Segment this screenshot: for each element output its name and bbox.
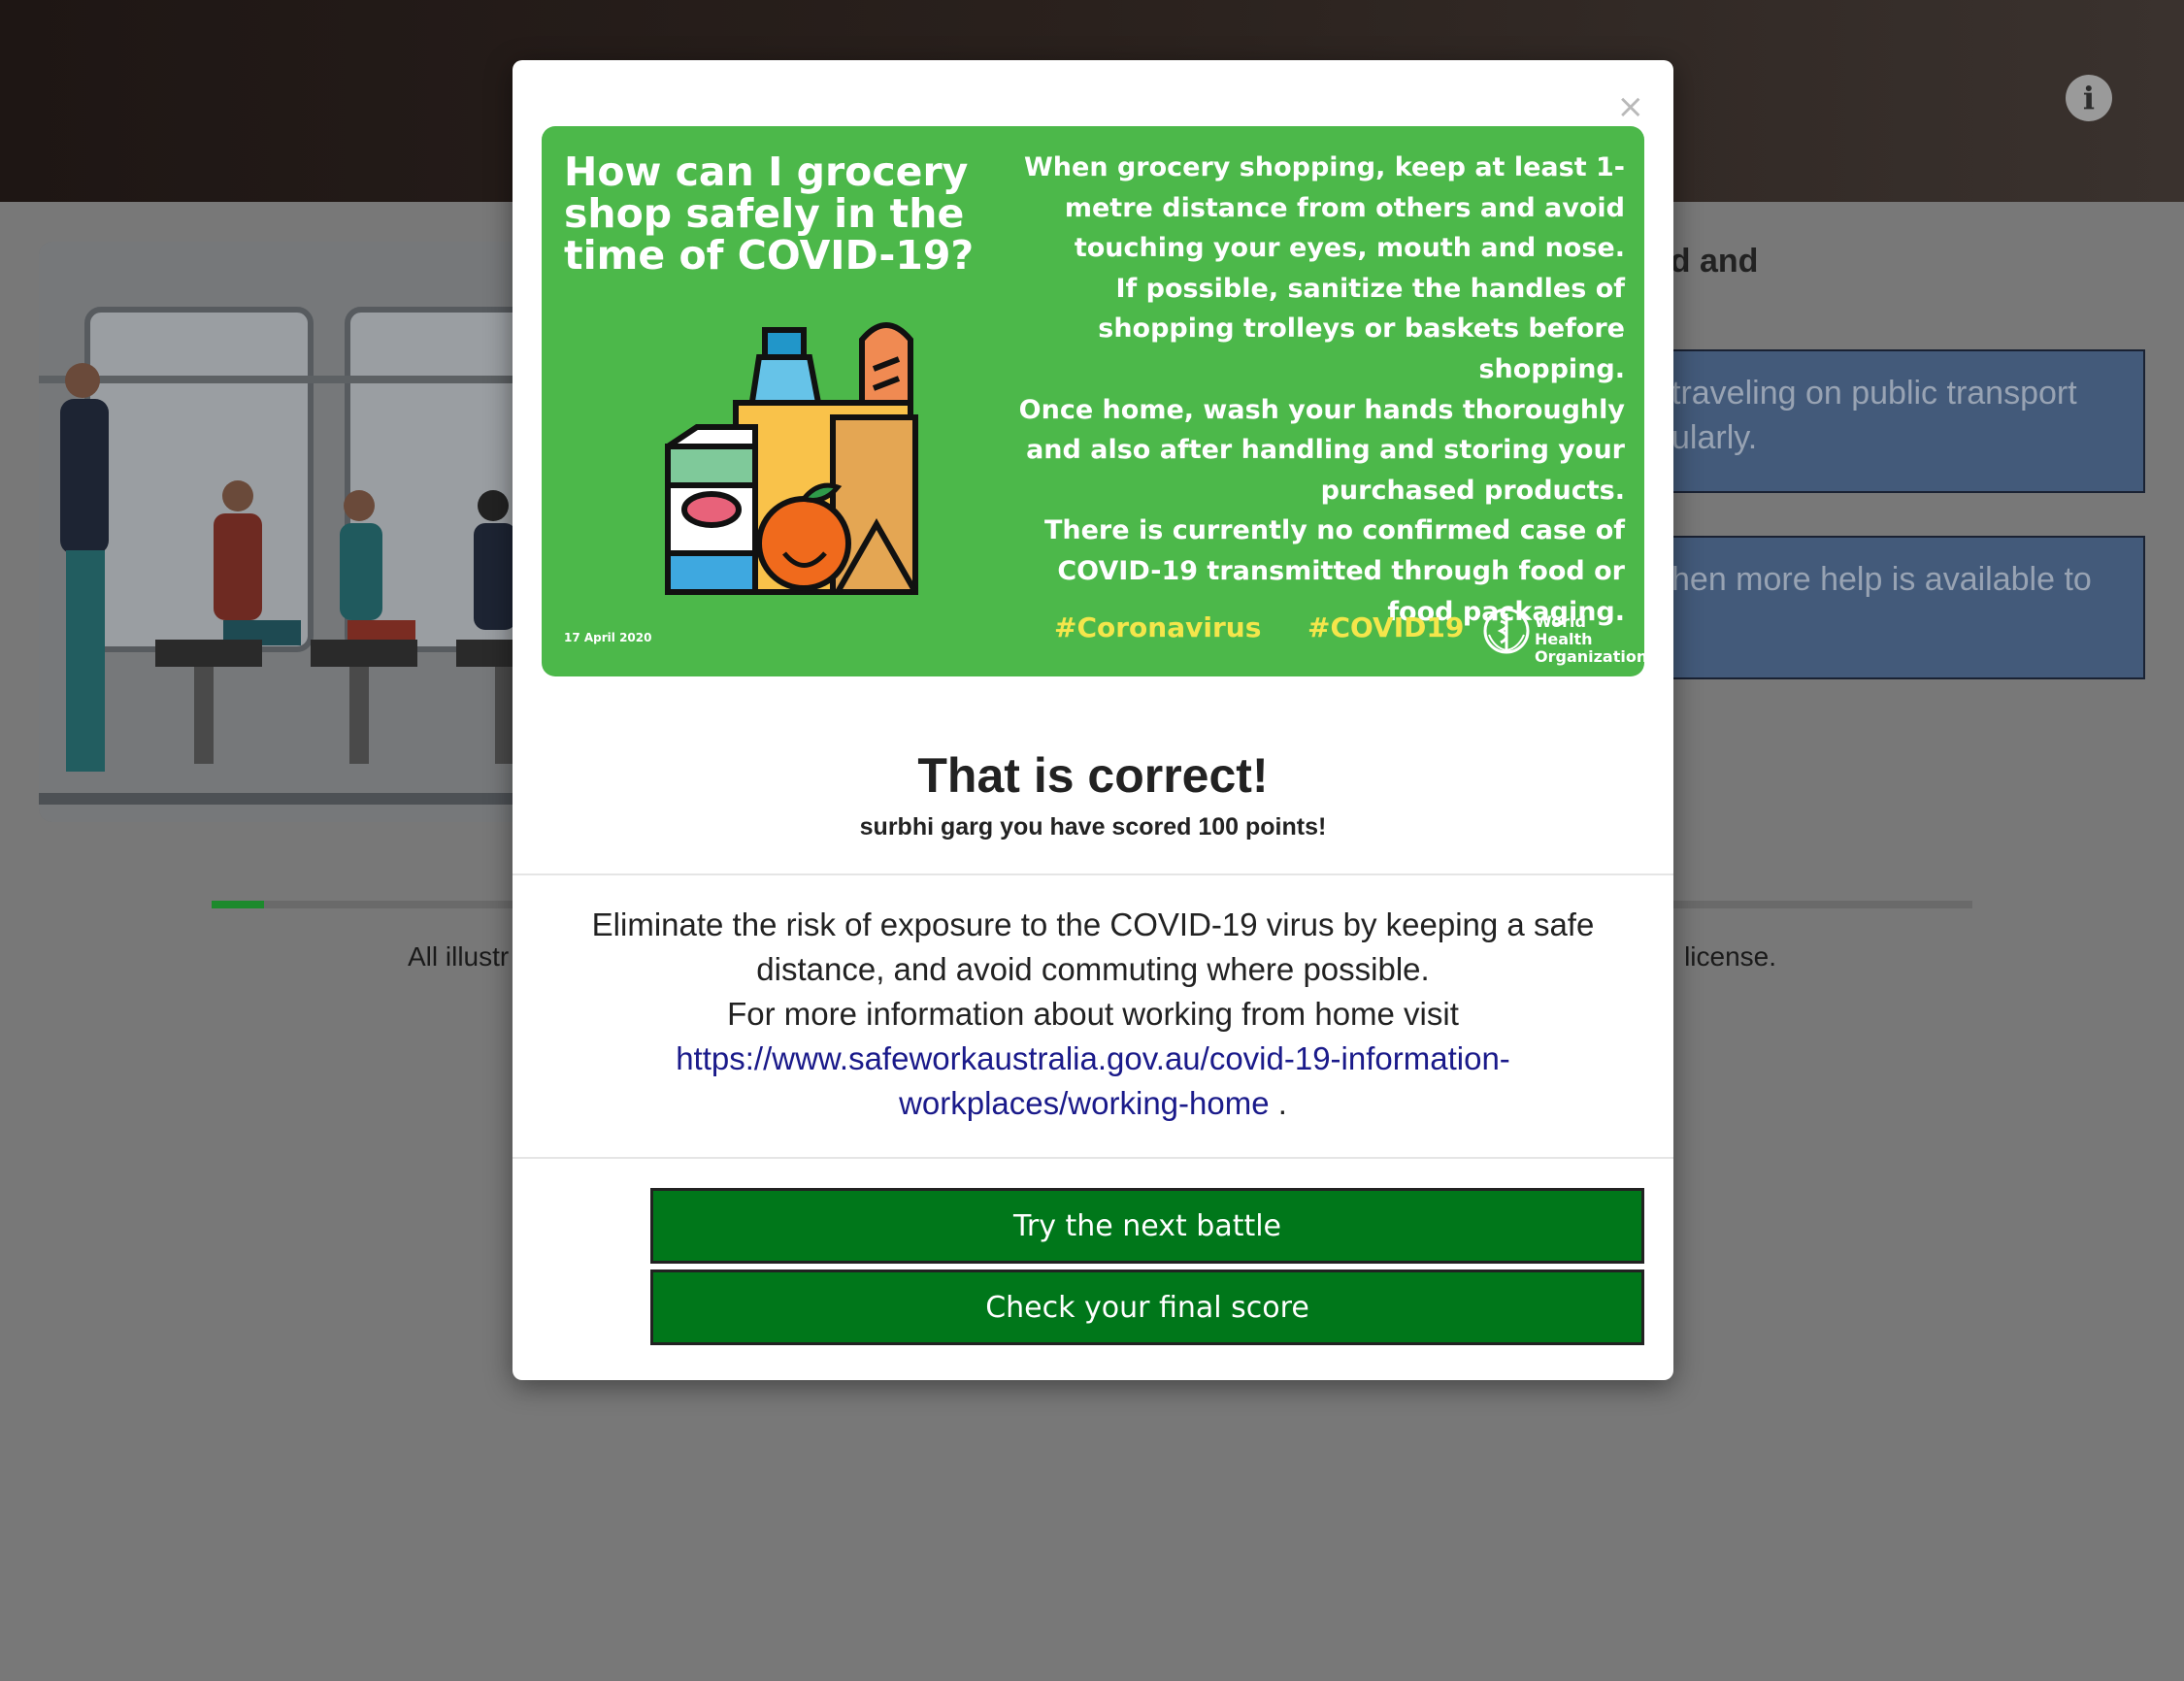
- answer-option-1[interactable]: traveling on public transport ularly.: [1602, 349, 2145, 493]
- result-modal: × How can I grocery shop safely in the t…: [513, 60, 1673, 1380]
- score-message: surbhi garg you have scored 100 points!: [859, 813, 1327, 840]
- hashtag-covid19: #COVID19: [1307, 611, 1465, 643]
- explanation-more-info: For more information about working from …: [551, 992, 1635, 1126]
- next-battle-button[interactable]: Try the next battle: [650, 1188, 1644, 1264]
- grocery-bag-icon: [658, 311, 949, 607]
- credit-left: All illustr: [408, 941, 510, 972]
- explanation-text: Eliminate the risk of exposure to the CO…: [591, 906, 1595, 987]
- answer-option-2-line1: hen more help is available to: [1671, 561, 2092, 598]
- poster-title: How can I grocery shop safely in the tim…: [564, 148, 975, 279]
- info-icon[interactable]: i: [2066, 75, 2112, 121]
- who-wordmark-line2: Organization: [1535, 647, 1644, 666]
- progress-fill: [212, 901, 265, 908]
- poster-paragraph-3: Once home, wash your hands thoroughly an…: [1018, 394, 1625, 506]
- who-wordmark-line1: World Health: [1535, 612, 1593, 648]
- answer-option-1-line1: traveling on public transport: [1671, 375, 2077, 412]
- divider: [513, 1157, 1673, 1159]
- explanation: Eliminate the risk of exposure to the CO…: [551, 903, 1635, 1126]
- explanation-prefix: For more information about working from …: [727, 996, 1459, 1032]
- poster-paragraph-1: When grocery shopping, keep at least 1-m…: [1024, 152, 1625, 264]
- poster-date: 17 April 2020: [564, 631, 652, 644]
- final-score-button[interactable]: Check your final score: [650, 1269, 1644, 1345]
- divider: [513, 873, 1673, 875]
- poster-paragraph-2: If possible, sanitize the handles of sho…: [1098, 273, 1625, 384]
- poster-body: When grocery shopping, keep at least 1-m…: [1004, 148, 1625, 632]
- explanation-suffix: .: [1277, 1085, 1287, 1121]
- answer-option-2[interactable]: hen more help is available to: [1602, 536, 2145, 679]
- safework-link[interactable]: https://www.safeworkaustralia.gov.au/cov…: [676, 1040, 1510, 1121]
- who-poster: How can I grocery shop safely in the tim…: [542, 126, 1644, 676]
- answer-option-1-line2: ularly.: [1671, 419, 1758, 456]
- hashtag-coronavirus: #Coronavirus: [1054, 611, 1262, 643]
- who-wordmark: World Health Organization: [1535, 613, 1644, 666]
- credit-right: license.: [1684, 941, 1776, 972]
- who-emblem-icon: [1481, 606, 1532, 661]
- close-icon[interactable]: ×: [1617, 87, 1645, 126]
- result-title: That is correct!: [917, 748, 1269, 803]
